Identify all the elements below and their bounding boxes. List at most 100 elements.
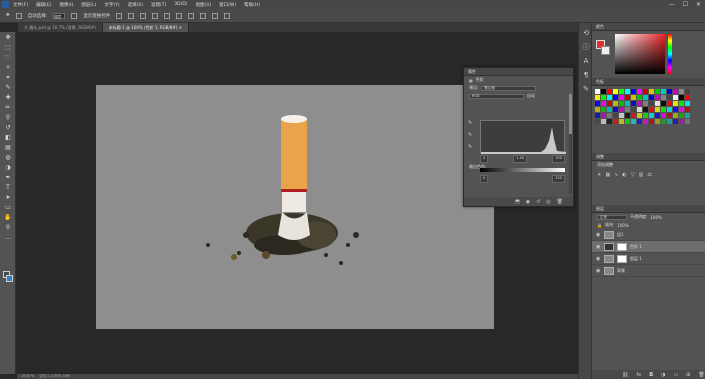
swatch-cell[interactable]: [649, 95, 654, 100]
eye-icon[interactable]: ◉: [596, 268, 601, 274]
swatch-cell[interactable]: [595, 107, 600, 112]
layer-row-levels[interactable]: ◉ 色阶 1: [592, 241, 705, 253]
swatch-cell[interactable]: [661, 89, 666, 94]
channel-dropdown[interactable]: RGB: [469, 93, 524, 99]
swatch-cell[interactable]: [601, 113, 606, 118]
marquee-tool-icon[interactable]: ⬚: [3, 44, 13, 51]
swatch-cell[interactable]: [655, 101, 660, 106]
swatch-cell[interactable]: [685, 107, 690, 112]
swatch-cell[interactable]: [631, 107, 636, 112]
swatch-cell[interactable]: [631, 101, 636, 106]
swatch-cell[interactable]: [613, 107, 618, 112]
align-center-icon[interactable]: [164, 12, 171, 19]
swatch-cell[interactable]: [625, 113, 630, 118]
menu-type[interactable]: 文字(Y): [104, 2, 119, 8]
paragraph-icon[interactable]: ¶: [582, 71, 590, 79]
fx-icon[interactable]: fx: [636, 372, 641, 378]
levels-panel-tab[interactable]: 属性: [464, 68, 573, 76]
align-left-icon[interactable]: [152, 12, 159, 19]
swatch-cell[interactable]: [661, 95, 666, 100]
3d-mode-icon[interactable]: [224, 12, 231, 19]
clip-to-layer-icon[interactable]: ⬒: [515, 199, 520, 205]
visibility-icon[interactable]: ◎: [546, 199, 550, 205]
type-tool-icon[interactable]: T: [3, 184, 13, 191]
swatch-cell[interactable]: [685, 89, 690, 94]
menu-file[interactable]: 文件(F): [13, 2, 28, 8]
close-window-button[interactable]: ✕: [696, 1, 701, 8]
lock-icon[interactable]: 🔒: [597, 223, 602, 228]
swatch-cell[interactable]: [655, 119, 660, 124]
swatch-cell[interactable]: [649, 89, 654, 94]
group-icon[interactable]: ▭: [673, 372, 678, 378]
distribute-middle-icon[interactable]: [200, 12, 207, 19]
reset-icon[interactable]: ↺: [536, 199, 540, 205]
swatch-cell[interactable]: [601, 89, 606, 94]
swatch-cell[interactable]: [625, 119, 630, 124]
swatch-cell[interactable]: [685, 119, 690, 124]
clone-stamp-tool-icon[interactable]: ⚲: [3, 114, 13, 121]
swatch-cell[interactable]: [667, 107, 672, 112]
swatch-cell[interactable]: [649, 113, 654, 118]
swatch-cell[interactable]: [655, 89, 660, 94]
character-icon[interactable]: A: [582, 57, 590, 65]
more-tools-icon[interactable]: …: [3, 234, 13, 241]
eye-icon[interactable]: ◉: [596, 256, 601, 262]
auto-select-checkbox[interactable]: [15, 12, 22, 19]
swatch-cell[interactable]: [601, 95, 606, 100]
swatch-cell[interactable]: [655, 113, 660, 118]
zoom-tool-icon[interactable]: ⚲: [3, 224, 13, 231]
history-icon[interactable]: ⟲: [582, 29, 590, 37]
maximize-button[interactable]: ☐: [683, 1, 688, 8]
hand-tool-icon[interactable]: ✋: [3, 214, 13, 221]
swatch-cell[interactable]: [607, 113, 612, 118]
black-point-eyedropper-icon[interactable]: ✎: [468, 120, 472, 126]
swatch-cell[interactable]: [673, 119, 678, 124]
tab-document-2[interactable]: 未标题-1 @ 100% (色阶 1, RGB/8#) ✕: [102, 23, 189, 32]
swatch-cell[interactable]: [655, 107, 660, 112]
swatch-cell[interactable]: [667, 119, 672, 124]
swatch-cell[interactable]: [637, 113, 642, 118]
swatch-cell[interactable]: [643, 113, 648, 118]
swatch-cell[interactable]: [667, 113, 672, 118]
view-previous-icon[interactable]: ◉: [526, 199, 530, 205]
menu-help[interactable]: 帮助(H): [244, 2, 260, 8]
levels-adjust-icon[interactable]: ▦: [605, 172, 610, 178]
swatch-cell[interactable]: [637, 89, 642, 94]
brush-tool-icon[interactable]: ✏: [3, 104, 13, 111]
swatch-cell[interactable]: [679, 95, 684, 100]
layer-row-background[interactable]: ◉ 背景: [592, 265, 705, 277]
swatch-cell[interactable]: [685, 95, 690, 100]
brightness-icon[interactable]: ☀: [597, 172, 601, 178]
swatch-cell[interactable]: [673, 113, 678, 118]
swatch-cell[interactable]: [625, 107, 630, 112]
auto-select-dropdown[interactable]: 图层: [53, 12, 66, 19]
menu-edit[interactable]: 编辑(E): [36, 2, 51, 8]
delete-icon[interactable]: 🗑: [557, 199, 563, 205]
mask-icon[interactable]: ◘: [649, 372, 653, 378]
info-icon[interactable]: ⓘ: [582, 43, 590, 51]
swatch-cell[interactable]: [667, 89, 672, 94]
distribute-bottom-icon[interactable]: [212, 12, 219, 19]
swatch-cell[interactable]: [679, 107, 684, 112]
swatch-cell[interactable]: [595, 113, 600, 118]
swatch-cell[interactable]: [679, 119, 684, 124]
input-black-field[interactable]: 0: [480, 155, 489, 163]
swatch-cell[interactable]: [607, 107, 612, 112]
background-color-swatch[interactable]: [6, 275, 13, 282]
menu-window[interactable]: 窗口(W): [219, 2, 236, 8]
pen-tool-icon[interactable]: ✒: [3, 174, 13, 181]
swatch-cell[interactable]: [625, 101, 630, 106]
menu-view[interactable]: 视图(V): [196, 2, 212, 8]
swatch-cell[interactable]: [613, 89, 618, 94]
swatch-cell[interactable]: [613, 95, 618, 100]
swatch-cell[interactable]: [607, 95, 612, 100]
gradient-tool-icon[interactable]: ▤: [3, 144, 13, 151]
swatch-cell[interactable]: [619, 89, 624, 94]
tab-document-1[interactable]: 大 烟头.psd @ 16.7% (背景, RGB/8#): [18, 23, 103, 32]
auto-button[interactable]: 自动: [527, 93, 535, 99]
swatch-cell[interactable]: [637, 101, 642, 106]
swatch-cell[interactable]: [649, 119, 654, 124]
path-selection-tool-icon[interactable]: ➤: [3, 194, 13, 201]
swatch-cell[interactable]: [631, 113, 636, 118]
swatch-cell[interactable]: [643, 119, 648, 124]
